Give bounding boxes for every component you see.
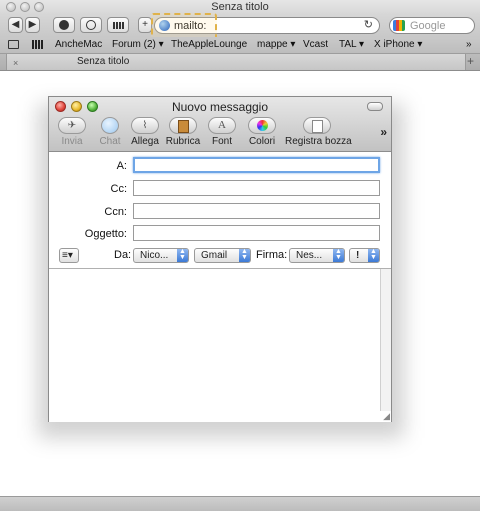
priority-select[interactable]: ! ▲ ▼ [349,248,380,263]
toolbar-overflow-icon[interactable]: » [380,125,387,139]
download-icon [59,20,69,30]
header-options-button[interactable]: ≡▾ [59,248,79,263]
font-icon: A [208,117,236,134]
to-field[interactable] [133,157,380,173]
search-field[interactable]: Google [389,17,475,34]
send-label: Invia [61,136,83,147]
subject-label: Oggetto: [84,228,127,240]
tab-senza-titolo[interactable]: × Senza titolo [6,54,466,70]
google-icon [393,20,405,31]
bookmark-tal[interactable]: TAL ▾ [339,37,364,52]
bookmark-theapplelounge[interactable]: TheAppleLounge [171,37,247,52]
chat-button[interactable]: Chat [95,117,125,147]
info-button[interactable] [80,17,102,33]
font-label: Font [211,136,232,147]
signature-value: Nes... [296,250,323,261]
search-placeholder: Google [410,20,446,32]
paperclip-icon: ⌇ [131,117,159,134]
back-button[interactable]: ◀ [8,17,23,33]
save-draft-label: Registra bozza [285,136,352,147]
new-tab-icon[interactable]: + [467,54,474,69]
menu-icon: ≡▾ [62,250,73,261]
status-bar [0,496,480,511]
bookmark-anchemac[interactable]: AncheMac [55,37,102,52]
colors-button[interactable]: Colori [245,117,279,147]
from-label: Da: [114,249,132,261]
grid-icon [113,22,124,29]
chat-icon [101,117,119,134]
top-sites-icon[interactable] [32,40,43,49]
browser-zoom-light[interactable] [34,2,44,12]
tab-close-icon[interactable]: × [13,56,18,71]
browser-close-light[interactable] [6,2,16,12]
account-select[interactable]: Gmail ▲ ▼ [194,248,251,263]
save-draft-button[interactable]: Registra bozza [285,117,352,147]
signature-select[interactable]: Nes... ▲ ▼ [289,248,345,263]
bcc-label: Ccn: [104,206,127,218]
top-sites-button[interactable] [107,17,129,33]
mail-toolbar-area: Nuovo messaggio ✈ Invia Chat ⌇ Allega Ru… [49,97,391,152]
tab-title: Senza titolo [77,56,130,67]
browser-minimize-light[interactable] [20,2,30,12]
browser-window-title: Senza titolo [211,1,269,13]
bookmark-mappe[interactable]: mappe ▾ [257,37,295,52]
from-value: Nico... [140,250,169,261]
colors-label: Colori [248,136,276,147]
bookmark-forum[interactable]: Forum (2) ▾ [112,37,164,52]
send-button[interactable]: ✈ Invia [55,117,89,147]
attach-button[interactable]: ⌇ Allega [129,117,161,147]
download-button[interactable] [53,17,75,33]
chevron-updown-icon: ▲ ▼ [239,248,250,262]
address-book-label: Rubrica [165,136,201,147]
tab-bar: × Senza titolo + [0,54,480,71]
message-body[interactable]: ◢ [49,268,391,422]
bookmark-vcast[interactable]: Vcast [303,37,328,52]
toolbar-toggle-button[interactable] [367,102,383,111]
book-icon[interactable] [8,40,19,49]
bookmarks-bar: AncheMac Forum (2) ▾ TheAppleLounge mapp… [0,37,480,54]
chevron-updown-icon: ▲ ▼ [368,248,379,262]
cc-label: Cc: [110,183,128,195]
chevron-updown-icon: ▲ ▼ [177,248,188,262]
cc-field[interactable] [133,180,380,196]
chat-label: Chat [99,136,121,147]
colors-icon [248,117,276,134]
save-draft-icon [303,117,331,134]
address-book-icon [169,117,197,134]
bcc-field[interactable] [133,203,380,219]
body-scrollbar[interactable] [380,269,391,411]
mail-compose-window: Nuovo messaggio ✈ Invia Chat ⌇ Allega Ru… [48,96,392,422]
back-icon: ◀ [11,19,20,30]
chevron-updown-icon: ▲ ▼ [333,248,344,262]
info-icon [86,20,96,30]
bookmark-x-iphone[interactable]: X iPhone ▾ [374,37,422,52]
attach-label: Allega [131,136,159,147]
from-select[interactable]: Nico... ▲ ▼ [133,248,189,263]
add-bookmark-button[interactable]: + [138,17,152,33]
priority-value: ! [356,250,360,261]
subject-field[interactable] [133,225,380,241]
forward-icon: ▶ [28,19,37,30]
resize-grip-icon[interactable]: ◢ [383,412,390,421]
account-value: Gmail [201,250,228,261]
reload-icon[interactable]: ↻ [364,18,373,33]
mail-window-title: Nuovo messaggio [171,100,269,114]
to-label: A: [116,160,127,172]
browser-toolbar: ◀ ▶ + mailto: ↻ Google [0,15,480,37]
send-icon: ✈ [58,117,86,134]
browser-title-bar: Senza titolo [0,0,480,15]
font-button[interactable]: A Font [207,117,237,147]
bookmarks-overflow-icon[interactable]: » [466,37,472,52]
plus-icon: + [142,19,148,30]
address-book-button[interactable]: Rubrica [165,117,201,147]
signature-label: Firma: [256,249,288,261]
forward-button[interactable]: ▶ [25,17,40,33]
